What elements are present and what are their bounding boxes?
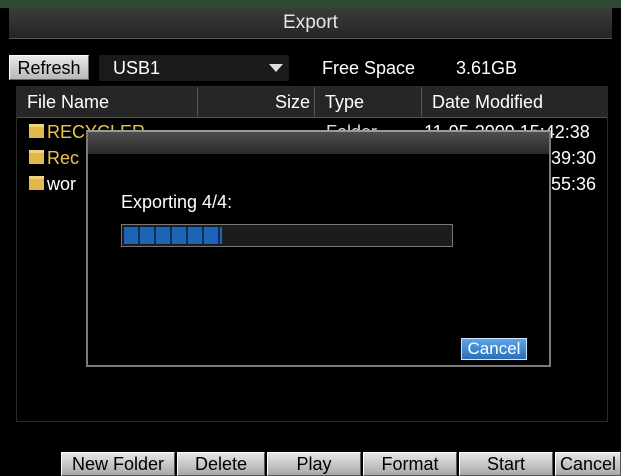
chevron-down-icon (269, 64, 283, 72)
free-space-label: Free Space (322, 58, 416, 78)
column-header-date[interactable]: Date Modified (422, 87, 607, 117)
file-list-header: File Name Size Type Date Modified (17, 87, 607, 118)
file-date: 39:30 (551, 148, 597, 168)
file-date: 55:36 (551, 174, 597, 194)
bottom-toolbar: New Folder Delete Play Format Start Canc… (9, 450, 621, 476)
window-title: Export (9, 8, 612, 39)
folder-icon (29, 124, 44, 139)
start-button[interactable]: Start (459, 452, 553, 476)
dialog-title-bar (88, 132, 549, 154)
export-progress-dialog: Exporting 4/4: Cancel (86, 130, 551, 367)
file-name: Rec (47, 148, 80, 168)
refresh-button[interactable]: Refresh (9, 55, 89, 80)
cancel-button[interactable]: Cancel (555, 452, 621, 476)
column-header-name[interactable]: File Name (17, 87, 198, 117)
free-space-value: 3.61GB (456, 58, 518, 78)
device-select-value: USB1 (113, 58, 161, 78)
device-row: Refresh USB1 Free Space 3.61GB (9, 52, 612, 82)
folder-icon (29, 176, 44, 191)
progress-fill (124, 227, 222, 244)
column-header-type[interactable]: Type (315, 87, 422, 117)
delete-button[interactable]: Delete (177, 452, 265, 476)
frame-top (0, 0, 621, 8)
device-select[interactable]: USB1 (99, 55, 289, 81)
file-name: wor (47, 174, 77, 194)
play-button[interactable]: Play (267, 452, 361, 476)
format-button[interactable]: Format (363, 452, 457, 476)
export-screen: Export Refresh USB1 Free Space 3.61GB Fi… (0, 0, 621, 476)
export-status-text: Exporting 4/4: (121, 192, 233, 212)
column-header-size[interactable]: Size (198, 87, 315, 117)
dialog-cancel-button[interactable]: Cancel (461, 338, 527, 360)
folder-icon (29, 150, 44, 165)
new-folder-button[interactable]: New Folder (61, 452, 175, 476)
export-progress-bar (121, 224, 453, 247)
